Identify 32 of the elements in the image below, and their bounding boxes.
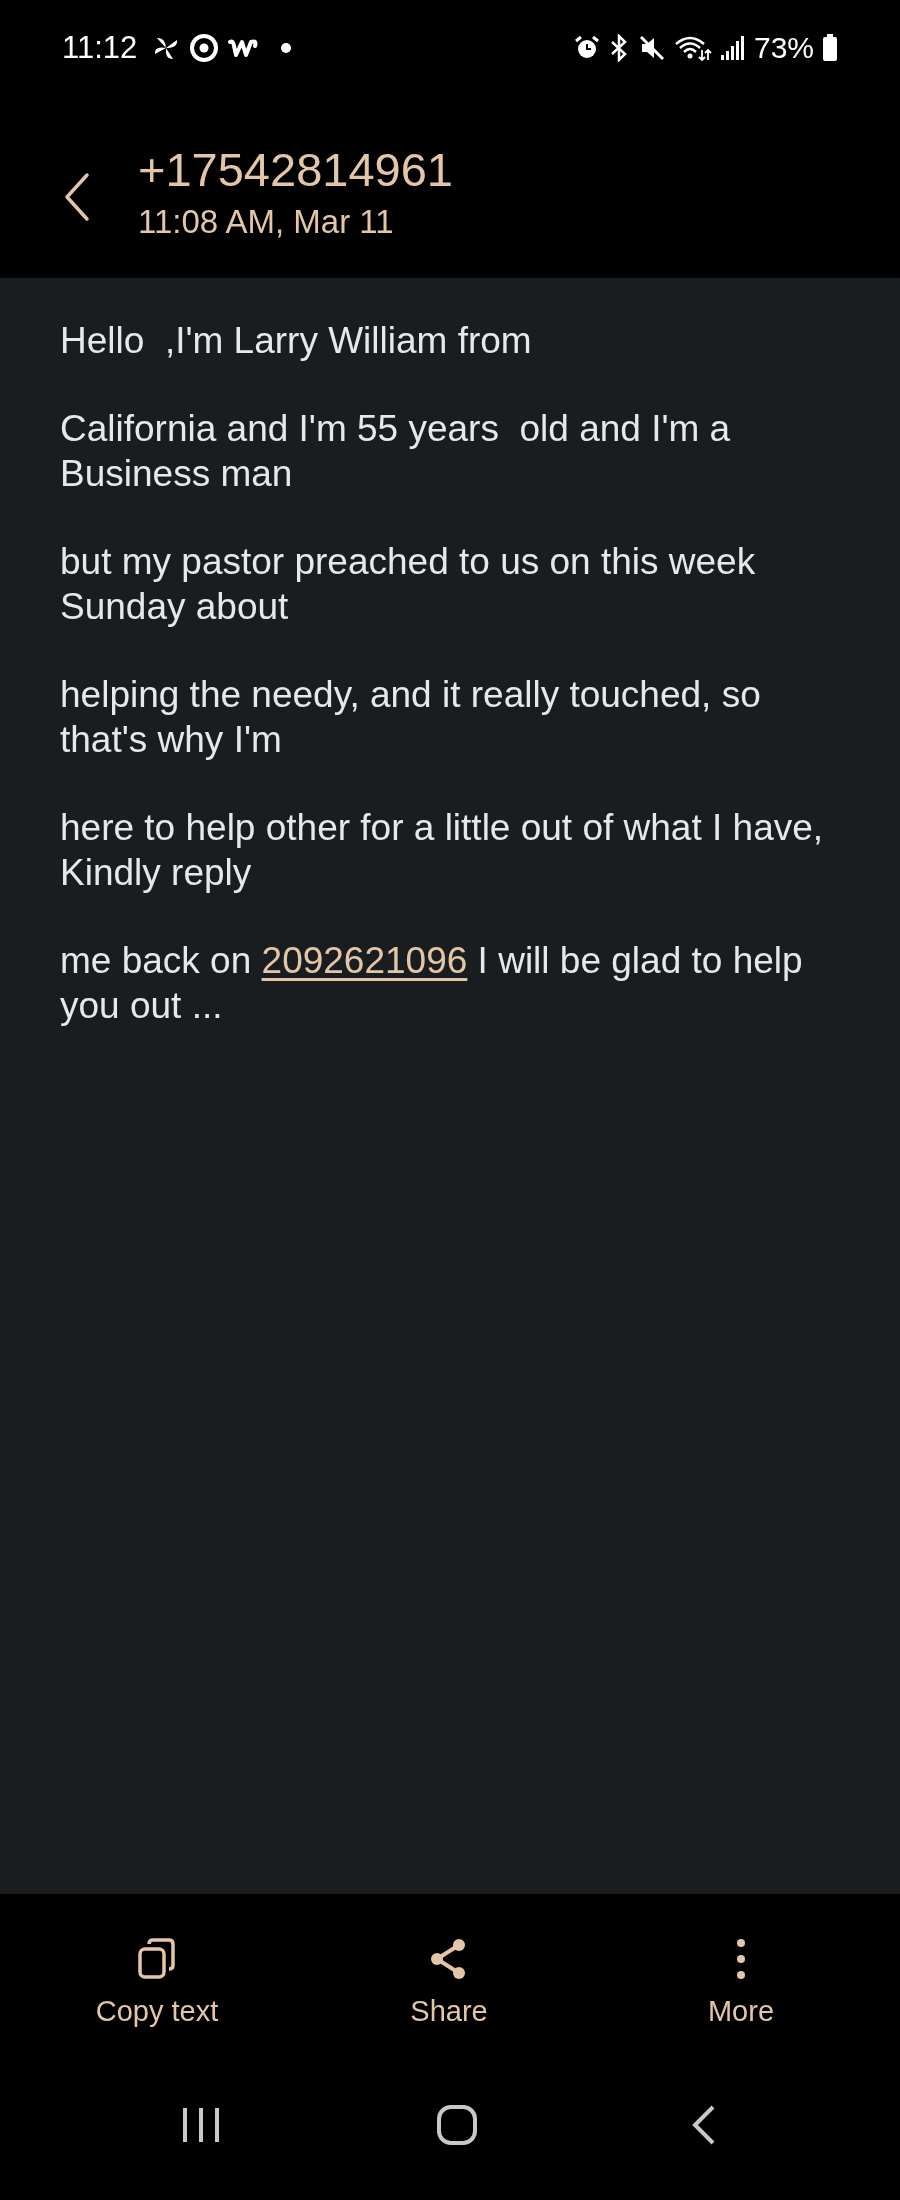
dot-icon (281, 43, 292, 53)
message-line: you out ... (60, 984, 223, 1028)
mute-icon (637, 34, 666, 62)
status-time: 11:12 (62, 30, 138, 66)
w-icon (227, 36, 260, 60)
share-button[interactable]: Share (402, 1932, 496, 2032)
battery-icon (822, 34, 838, 62)
more-button[interactable]: More (699, 1932, 783, 2032)
home-icon[interactable] (436, 2105, 477, 2145)
back-icon[interactable] (692, 2105, 716, 2145)
target-icon (189, 33, 220, 63)
phone-link[interactable]: 2092621096 (261, 940, 468, 981)
message-line: me back on 2092621096 I will be glad to help (60, 939, 803, 983)
message-line: California and I'm 55 years old and I'm a (60, 407, 731, 451)
alarm-icon (573, 35, 600, 61)
copy-icon (137, 1936, 177, 1981)
wifi-icon (673, 34, 712, 62)
sender-number: +17542814961 (138, 141, 453, 197)
message-line: Sunday about (60, 585, 289, 629)
more-vertical-icon (735, 1936, 747, 1981)
message-line: Hello ,I'm Larry William from (60, 319, 532, 363)
message-line: here to help other for a little out of what I have, (60, 806, 824, 850)
message-timestamp: 11:08 AM, Mar 11 (138, 202, 395, 241)
copy-button[interactable]: Copy text (87, 1932, 227, 2032)
message-line: Business man (60, 452, 293, 496)
signal-icon (719, 35, 746, 61)
message-line: that's why I'm (60, 718, 282, 762)
battery-percentage: 73% (753, 31, 814, 65)
message-line: Kindly reply (60, 851, 252, 895)
recent-apps-icon[interactable] (181, 2106, 221, 2144)
message-line: helping the needy, and it really touched, so (60, 673, 761, 717)
message-line: but my pastor preached to us on this week (60, 540, 756, 584)
